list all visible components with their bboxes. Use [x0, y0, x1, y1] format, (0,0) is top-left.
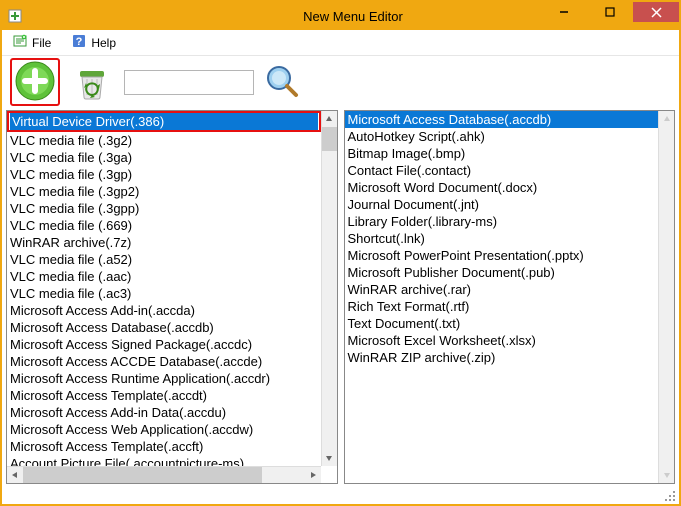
minimize-button[interactable] [541, 2, 587, 22]
list-item[interactable]: VLC media file (.3g2) [7, 132, 321, 149]
list-item[interactable]: Microsoft Excel Worksheet(.xlsx) [345, 332, 659, 349]
menu-file[interactable]: File [8, 31, 55, 54]
menubar: File ? Help [2, 30, 679, 56]
list-item[interactable]: Microsoft Access Template(.accft) [7, 438, 321, 455]
list-item[interactable]: Rich Text Format(.rtf) [345, 298, 659, 315]
scroll-right-button[interactable] [305, 467, 321, 483]
right-vertical-scrollbar[interactable] [658, 111, 674, 483]
left-list[interactable]: Virtual Device Driver(.386)VLC media fil… [7, 111, 337, 483]
list-item[interactable]: Library Folder(.library-ms) [345, 213, 659, 230]
list-item[interactable]: Microsoft Access Add-in Data(.accdu) [7, 404, 321, 421]
toolbar [2, 56, 679, 108]
recycle-bin-icon [72, 61, 112, 104]
magnifier-icon [265, 64, 299, 101]
hscroll-track[interactable] [23, 467, 305, 483]
scroll-thumb[interactable] [322, 127, 337, 151]
list-item[interactable]: Contact File(.contact) [345, 162, 659, 179]
right-pane: Microsoft Access Database(.accdb)AutoHot… [344, 110, 676, 484]
list-item[interactable]: VLC media file (.aac) [7, 268, 321, 285]
list-item[interactable]: AutoHotkey Script(.ahk) [345, 128, 659, 145]
list-item[interactable]: Text Document(.txt) [345, 315, 659, 332]
panes: Virtual Device Driver(.386)VLC media fil… [2, 108, 679, 486]
list-item[interactable]: VLC media file (.3gp2) [7, 183, 321, 200]
left-horizontal-scrollbar[interactable] [7, 466, 321, 483]
scroll-up-button[interactable] [322, 111, 337, 127]
list-item[interactable]: Microsoft Publisher Document(.pub) [345, 264, 659, 281]
list-item[interactable]: Microsoft Access ACCDE Database(.accde) [7, 353, 321, 370]
list-item[interactable]: VLC media file (.3gp) [7, 166, 321, 183]
file-menu-icon [12, 33, 28, 52]
app-window: New Menu Editor File ? Help [0, 0, 681, 506]
list-item[interactable]: Shortcut(.lnk) [345, 230, 659, 247]
list-item[interactable]: Bitmap Image(.bmp) [345, 145, 659, 162]
list-item[interactable]: Microsoft Access Web Application(.accdw) [7, 421, 321, 438]
help-menu-icon: ? [71, 33, 87, 52]
list-item[interactable]: VLC media file (.a52) [7, 251, 321, 268]
menu-help-label: Help [91, 36, 116, 50]
list-item[interactable]: VLC media file (.ac3) [7, 285, 321, 302]
left-pane: Virtual Device Driver(.386)VLC media fil… [6, 110, 338, 484]
list-item[interactable]: WinRAR ZIP archive(.zip) [345, 349, 659, 366]
add-button[interactable] [10, 58, 60, 106]
scroll-left-button[interactable] [7, 467, 23, 483]
list-item[interactable]: Microsoft Access Runtime Application(.ac… [7, 370, 321, 387]
list-item[interactable]: VLC media file (.3gpp) [7, 200, 321, 217]
scroll-track[interactable] [322, 127, 337, 450]
trash-button[interactable] [70, 60, 114, 104]
list-item[interactable]: Microsoft Access Add-in(.accda) [7, 302, 321, 319]
list-item[interactable]: WinRAR archive(.7z) [7, 234, 321, 251]
list-item[interactable]: Microsoft Access Signed Package(.accdc) [7, 336, 321, 353]
add-icon [14, 60, 56, 105]
list-item[interactable]: Microsoft PowerPoint Presentation(.pptx) [345, 247, 659, 264]
menu-file-label: File [32, 36, 51, 50]
list-item[interactable]: VLC media file (.3ga) [7, 149, 321, 166]
hscroll-thumb[interactable] [23, 467, 262, 483]
list-item[interactable]: Microsoft Access Template(.accdt) [7, 387, 321, 404]
maximize-button[interactable] [587, 2, 633, 22]
app-icon [2, 2, 27, 30]
scroll-track[interactable] [659, 127, 674, 467]
svg-text:?: ? [76, 36, 83, 48]
scroll-up-button[interactable] [659, 111, 674, 127]
scroll-down-button[interactable] [322, 450, 337, 466]
search-input[interactable] [129, 73, 249, 92]
menu-help[interactable]: ? Help [67, 31, 120, 54]
list-item[interactable]: WinRAR archive(.rar) [345, 281, 659, 298]
list-item[interactable]: Microsoft Access Database(.accdb) [345, 111, 659, 128]
left-vertical-scrollbar[interactable] [321, 111, 337, 466]
right-list[interactable]: Microsoft Access Database(.accdb)AutoHot… [345, 111, 675, 483]
list-item[interactable]: Microsoft Access Database(.accdb) [7, 319, 321, 336]
titlebar[interactable]: New Menu Editor [2, 2, 679, 30]
statusbar [2, 486, 679, 504]
list-item[interactable]: Microsoft Word Document(.docx) [345, 179, 659, 196]
search-box[interactable] [124, 70, 254, 95]
scroll-down-button[interactable] [659, 467, 674, 483]
list-item[interactable]: VLC media file (.669) [7, 217, 321, 234]
search-button[interactable] [264, 64, 300, 100]
list-item[interactable]: Virtual Device Driver(.386) [7, 111, 321, 132]
list-item[interactable]: Journal Document(.jnt) [345, 196, 659, 213]
close-button[interactable] [633, 2, 679, 22]
resize-grip[interactable] [662, 488, 677, 503]
